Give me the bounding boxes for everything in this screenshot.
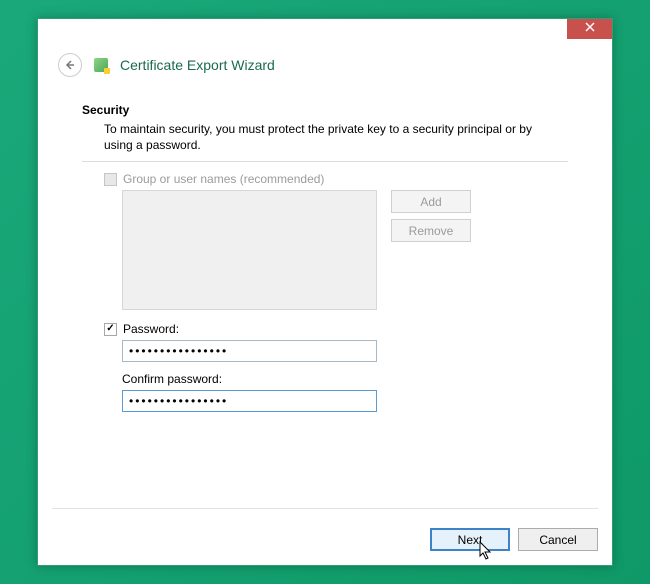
group-names-option: Group or user names (recommended) <box>104 172 568 186</box>
cancel-button[interactable]: Cancel <box>518 528 598 551</box>
wizard-content: Security To maintain security, you must … <box>38 87 612 518</box>
remove-button: Remove <box>391 219 471 242</box>
divider <box>82 161 568 162</box>
certificate-wizard-icon <box>92 56 110 74</box>
section-description: To maintain security, you must protect t… <box>104 121 534 153</box>
wizard-footer: Next Cancel <box>38 518 612 565</box>
wizard-window: Certificate Export Wizard Security To ma… <box>37 18 613 566</box>
close-button[interactable] <box>567 19 612 39</box>
back-button[interactable] <box>58 53 82 77</box>
confirm-password-label: Confirm password: <box>122 372 568 386</box>
section-heading: Security <box>82 103 568 117</box>
wizard-title: Certificate Export Wizard <box>120 57 275 73</box>
group-names-checkbox <box>104 173 117 186</box>
password-checkbox[interactable] <box>104 323 117 336</box>
password-input[interactable] <box>122 340 377 362</box>
confirm-password-input[interactable] <box>122 390 377 412</box>
footer-divider <box>52 508 598 509</box>
password-label: Password: <box>123 322 179 336</box>
principals-listbox <box>122 190 377 310</box>
wizard-header: Certificate Export Wizard <box>38 47 612 87</box>
next-button[interactable]: Next <box>430 528 510 551</box>
close-icon <box>585 22 595 32</box>
group-names-label: Group or user names (recommended) <box>123 172 324 186</box>
titlebar <box>38 19 612 47</box>
password-option[interactable]: Password: <box>104 322 568 336</box>
add-button: Add <box>391 190 471 213</box>
back-arrow-icon <box>64 59 76 71</box>
